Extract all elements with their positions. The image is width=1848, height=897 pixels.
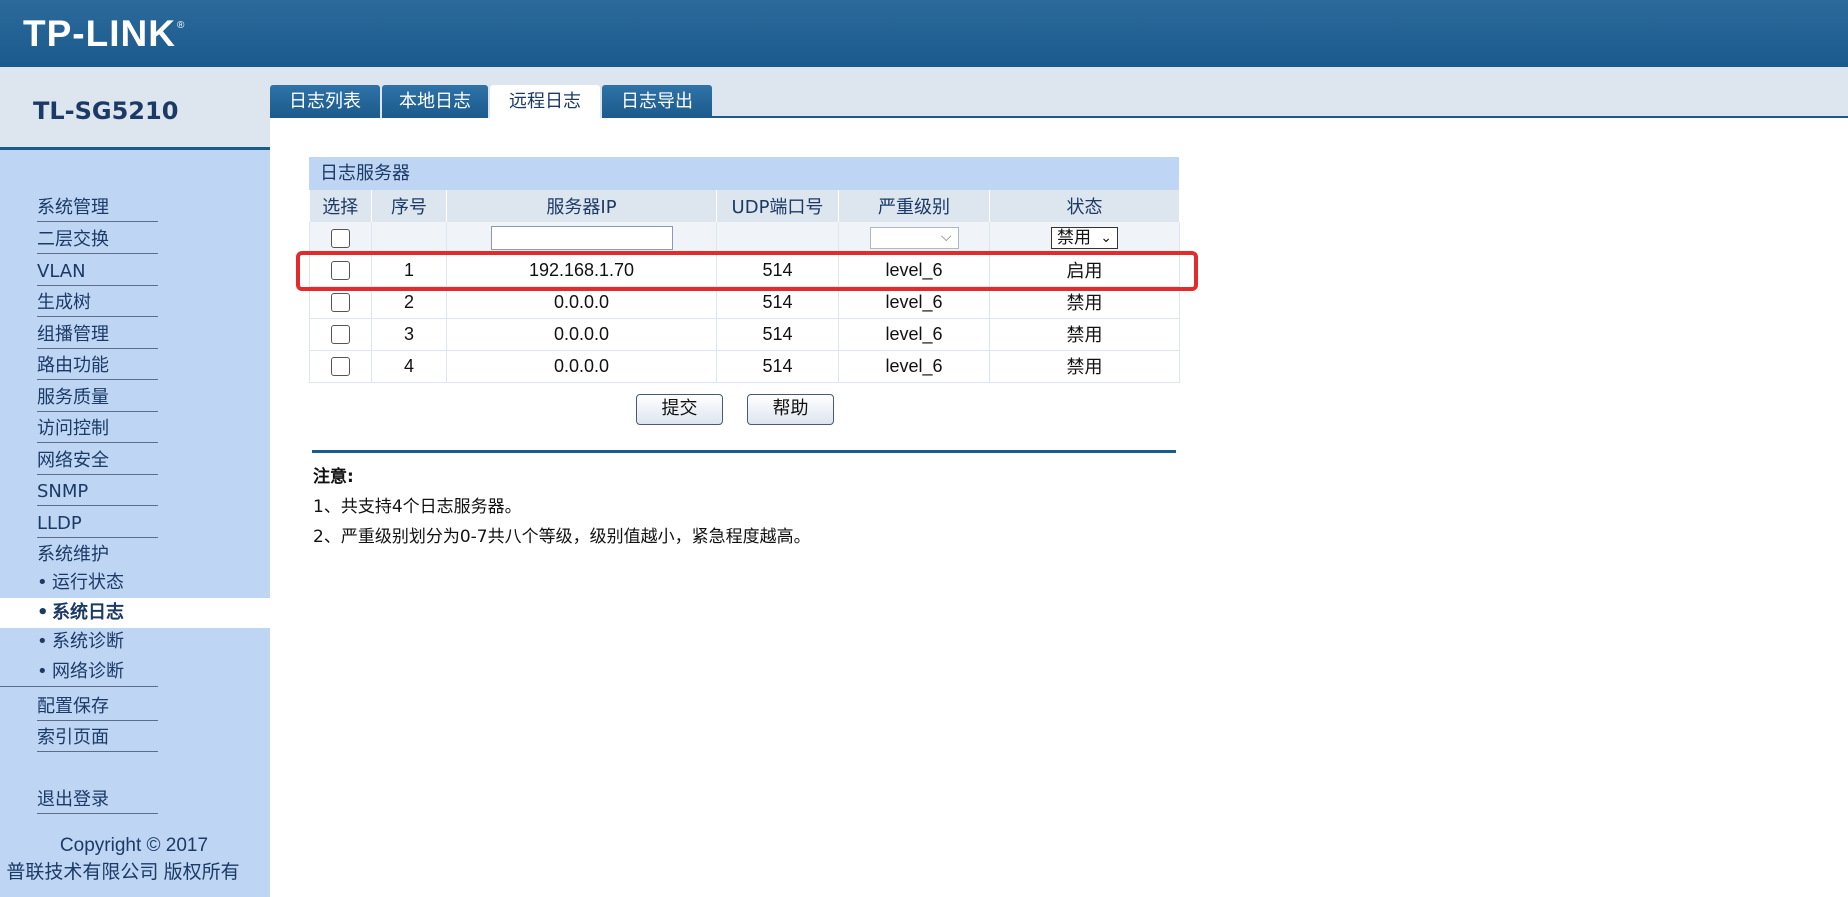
sidebar-item-access-control[interactable]: 访问控制 — [37, 411, 158, 443]
sidebar-item-lldp[interactable]: LLDP — [37, 506, 158, 538]
tab-local-log[interactable]: 本地日志 — [382, 85, 488, 118]
note-line-2: 2、严重级别划分为0-7共八个等级，级别值越小，紧急程度越高。 — [313, 527, 811, 547]
bullet-icon: • — [37, 661, 48, 682]
row-udp-port: 514 — [716, 350, 839, 383]
row-index: 3 — [371, 318, 447, 351]
row-severity: level_6 — [838, 350, 990, 383]
sidebar-subitem-system-log[interactable]: • 系统日志 — [0, 598, 270, 628]
bullet-icon: • — [37, 572, 48, 593]
row-server-ip: 0.0.0.0 — [446, 350, 717, 383]
row-status: 禁用 — [989, 350, 1180, 383]
sidebar-item-multicast[interactable]: 组播管理 — [37, 317, 158, 349]
note-line-1: 1、共支持4个日志服务器。 — [313, 497, 522, 517]
sidebar-item-routing[interactable]: 路由功能 — [37, 348, 158, 380]
row-select-checkbox[interactable] — [331, 293, 350, 313]
sidebar-item-qos[interactable]: 服务质量 — [37, 380, 158, 412]
sidebar-item-network-security[interactable]: 网络安全 — [37, 443, 158, 475]
copyright-line2: 普联技术有限公司 版权所有 — [6, 862, 240, 883]
row-status: 禁用 — [989, 318, 1180, 351]
copyright-line1: Copyright © 2017 — [59, 835, 209, 856]
sidebar-item-vlan[interactable]: VLAN — [37, 254, 158, 286]
notes-divider — [312, 450, 1176, 453]
sidebar-subitem-system-diagnosis[interactable]: • 系统诊断 — [0, 627, 270, 657]
panel-title: 日志服务器 — [309, 157, 1179, 190]
table-header-row: 选择 序号 服务器IP UDP端口号 严重级别 状态 — [309, 190, 1180, 222]
filter-status-value: 禁用 — [1057, 227, 1091, 248]
select-all-checkbox[interactable] — [331, 229, 350, 248]
sidebar-subitem-network-diagnosis[interactable]: • 网络诊断 — [0, 657, 158, 687]
tab-bar-underline — [712, 116, 1848, 118]
sidebar-item-system-maintenance[interactable]: 系统维护 — [37, 537, 158, 569]
filter-port-cell — [716, 222, 839, 255]
notes-title: 注意: — [313, 467, 354, 487]
model-name: TL-SG5210 — [33, 97, 179, 125]
column-header-status: 状态 — [989, 190, 1180, 222]
sidebar-subitem-label: 网络诊断 — [52, 661, 124, 682]
sidebar-subitem-label: 运行状态 — [52, 572, 124, 593]
sidebar-subitem-running-status[interactable]: • 运行状态 — [0, 568, 270, 598]
help-button[interactable]: 帮助 — [747, 394, 834, 425]
chevron-down-icon: ⌵ — [940, 228, 952, 245]
column-header-severity: 严重级别 — [838, 190, 990, 222]
logo-text: TP-LINK — [23, 13, 176, 54]
row-select-checkbox[interactable] — [331, 325, 350, 345]
row-udp-port: 514 — [716, 318, 839, 351]
row-select-checkbox[interactable] — [331, 357, 350, 377]
filter-index-cell — [371, 222, 447, 255]
tp-link-logo: TP-LINK ® — [23, 14, 184, 54]
sidebar-item-config-save[interactable]: 配置保存 — [37, 689, 158, 721]
sidebar-item-layer2-switching[interactable]: 二层交换 — [37, 222, 158, 254]
notes: 注意: 1、共支持4个日志服务器。 2、严重级别划分为0-7共八个等级，级别值越… — [313, 462, 811, 552]
filter-status-select[interactable]: 禁用 ⌄ — [1051, 226, 1118, 249]
sidebar-item-snmp[interactable]: SNMP — [37, 474, 158, 506]
row-severity: level_6 — [838, 318, 990, 351]
row-server-ip: 0.0.0.0 — [446, 318, 717, 351]
submit-button[interactable]: 提交 — [636, 394, 723, 425]
table-row: 4 0.0.0.0 514 level_6 禁用 — [309, 350, 1180, 383]
column-header-server-ip: 服务器IP — [446, 190, 717, 222]
chevron-down-icon: ⌄ — [1100, 229, 1112, 246]
tab-log-list[interactable]: 日志列表 — [270, 85, 380, 118]
copyright: Copyright © 2017 普联技术有限公司 版权所有 — [0, 832, 246, 886]
model-box: TL-SG5210 — [0, 67, 270, 150]
bullet-icon: • — [37, 631, 48, 652]
row-index: 4 — [371, 350, 447, 383]
tab-remote-log[interactable]: 远程日志 — [490, 85, 600, 118]
sidebar-item-system-management[interactable]: 系统管理 — [37, 190, 158, 222]
bullet-icon: • — [37, 602, 49, 623]
filter-row: ⌵ 禁用 ⌄ — [309, 222, 1180, 255]
tab-log-export[interactable]: 日志导出 — [602, 85, 712, 118]
sidebar-item-spanning-tree[interactable]: 生成树 — [37, 285, 158, 317]
column-header-udp-port: UDP端口号 — [716, 190, 839, 222]
table-row: 3 0.0.0.0 514 level_6 禁用 — [309, 318, 1180, 351]
sidebar-item-index-page[interactable]: 索引页面 — [37, 720, 158, 752]
sidebar-subitem-label: 系统诊断 — [52, 631, 124, 652]
sidebar-subitem-label: 系统日志 — [52, 602, 124, 623]
top-header: TP-LINK ® — [0, 0, 1848, 67]
column-header-index: 序号 — [371, 190, 447, 222]
logout-link[interactable]: 退出登录 — [37, 782, 158, 814]
registered-mark: ® — [176, 20, 185, 31]
filter-level-select[interactable]: ⌵ — [869, 226, 959, 249]
column-header-select: 选择 — [309, 190, 372, 222]
highlight-box — [296, 251, 1198, 291]
filter-ip-input[interactable] — [490, 225, 673, 250]
